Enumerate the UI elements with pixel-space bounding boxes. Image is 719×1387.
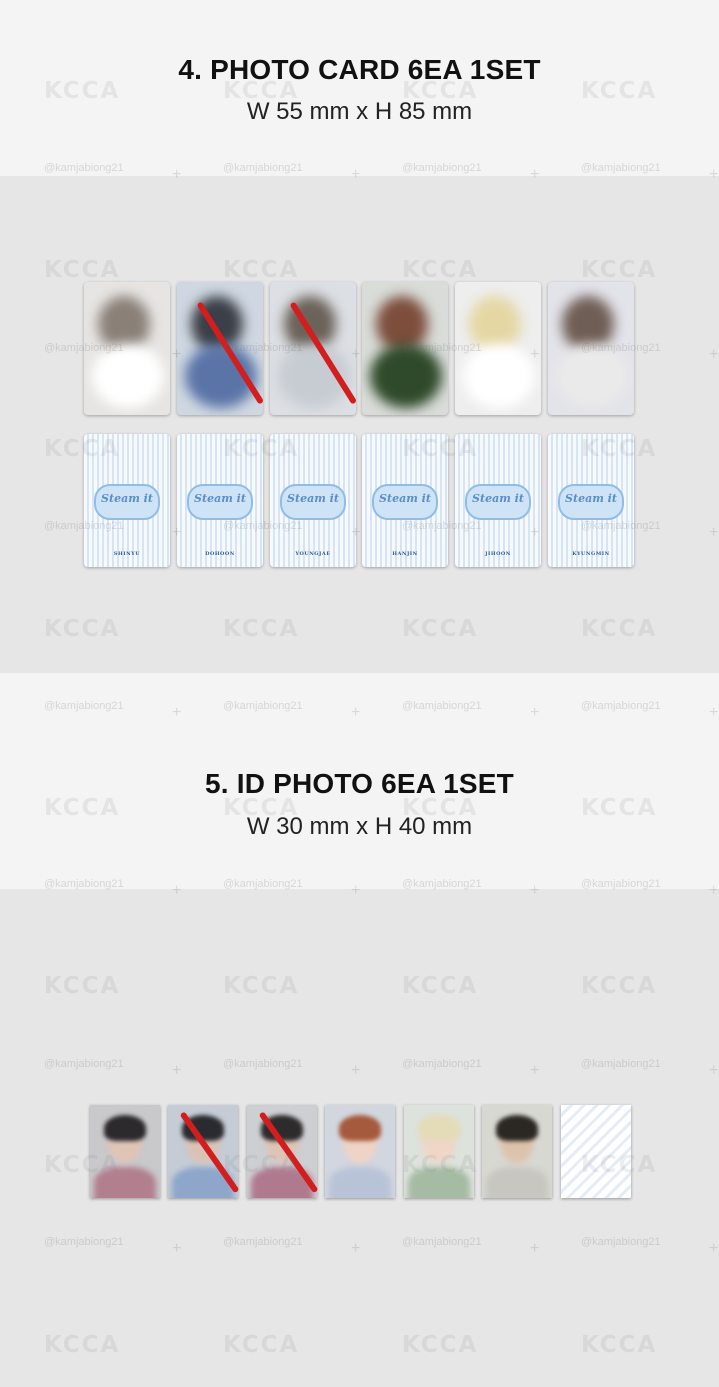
blurred-shirt (94, 1167, 156, 1198)
id-photo (325, 1105, 395, 1198)
photocard-back: Steam it YOUNGJAE (270, 434, 356, 567)
member-name: SHINYU (113, 551, 141, 557)
photocard-front-2 (177, 282, 263, 415)
section-5-title: 5. ID PHOTO 6EA 1SET (205, 768, 514, 799)
section-4-image-area (0, 176, 719, 673)
photocard-front-1 (84, 282, 170, 415)
blurred-hair (339, 1115, 381, 1141)
member-name: HANJIN (392, 551, 418, 557)
blurred-shirt (329, 1167, 391, 1198)
id-photo (404, 1105, 474, 1198)
blurred-shirt (486, 1167, 548, 1198)
album-logo-text: Steam it (379, 492, 431, 505)
album-logo-text: Steam it (101, 492, 153, 505)
photocard-back: Steam it HANJIN (362, 434, 448, 567)
id-photo-back (561, 1105, 631, 1198)
section-5-size: W 30 mm x H 40 mm (246, 813, 473, 840)
member-name: DOHOON (205, 551, 235, 557)
section-4-header (0, 0, 719, 176)
photocard-back: Steam it DOHOON (177, 434, 263, 567)
member-name: KYUNGMIN (572, 551, 610, 557)
section-4-size: W 55 mm x H 85 mm (246, 98, 473, 125)
photocard-front-3 (270, 282, 356, 415)
photocard-front-4 (362, 282, 448, 415)
album-logo-text: Steam it (194, 492, 246, 505)
album-logo-text: Steam it (287, 492, 339, 505)
blurred-hair (418, 1115, 460, 1141)
photocard-back: Steam it JIHOON (455, 434, 541, 567)
member-name: YOUNGJAE (295, 551, 331, 557)
blurred-shirt (408, 1167, 470, 1198)
blurred-figure (370, 344, 442, 408)
id-photo (482, 1105, 552, 1198)
photocard-back: Steam it KYUNGMIN (548, 434, 634, 567)
blurred-hair (104, 1115, 146, 1141)
album-logo-text: Steam it (565, 492, 617, 505)
photocard-front-6 (548, 282, 634, 415)
blurred-figure (92, 344, 164, 408)
section-4-title: 4. PHOTO CARD 6EA 1SET (178, 54, 541, 85)
photocard-back: Steam it SHINYU (84, 434, 170, 567)
blurred-hair (496, 1115, 538, 1141)
blurred-figure (556, 344, 628, 408)
blurred-figure (463, 344, 535, 408)
photocard-front-5 (455, 282, 541, 415)
member-name: JIHOON (485, 551, 511, 557)
id-photo (90, 1105, 160, 1198)
album-logo-text: Steam it (472, 492, 524, 505)
